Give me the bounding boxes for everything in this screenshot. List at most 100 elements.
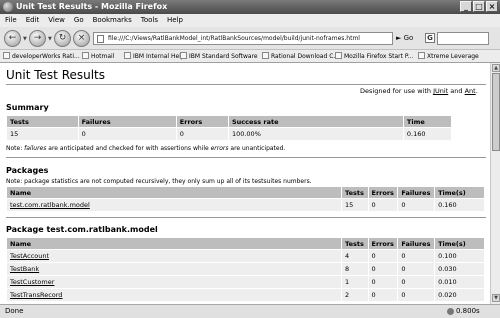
bookmark-icon bbox=[82, 52, 89, 59]
testsuite-link-testbank[interactable]: TestBank bbox=[10, 265, 39, 273]
back-dropdown-icon[interactable]: ▼ bbox=[23, 36, 27, 42]
package-detail-heading: Package test.com.ratlbank.model bbox=[6, 225, 158, 234]
summary-header-success-rate: Success rate bbox=[228, 116, 403, 127]
testsuite-failures: 0 bbox=[398, 250, 435, 262]
section-divider bbox=[6, 217, 486, 218]
bookmark-icon bbox=[262, 52, 269, 59]
summary-header-failures: Failures bbox=[78, 116, 176, 127]
testsuite-tests: 2 bbox=[342, 289, 368, 301]
menu-help[interactable]: Help bbox=[167, 14, 183, 27]
bookmark-icon bbox=[418, 52, 425, 59]
bookmark-xtreme-leverage[interactable]: Xtreme Leverage bbox=[418, 50, 479, 62]
scrollbar-thumb[interactable] bbox=[492, 73, 500, 151]
firefox-icon bbox=[3, 2, 13, 12]
close-button[interactable]: × bbox=[486, 1, 498, 12]
table-row: TestBank 8 0 0 0.030 bbox=[7, 263, 484, 275]
table-row: TestCustomer 1 0 0 0.010 bbox=[7, 276, 484, 288]
testsuite-time: 0.030 bbox=[435, 263, 484, 275]
window-title: Unit Test Results - Mozilla Firefox bbox=[16, 2, 168, 11]
package-time: 0.160 bbox=[435, 199, 484, 211]
maximize-button[interactable]: □ bbox=[473, 1, 485, 12]
testsuite-link-testaccount[interactable]: TestAccount bbox=[10, 252, 49, 260]
search-input[interactable] bbox=[437, 32, 489, 45]
detail-header-errors: Errors bbox=[368, 238, 398, 249]
packages-table: Name Tests Errors Failures Time(s) test.… bbox=[6, 186, 485, 212]
testsuite-tests: 8 bbox=[342, 263, 368, 275]
search-engine-icon[interactable]: G bbox=[425, 33, 435, 43]
page-icon bbox=[97, 35, 104, 43]
testsuite-failures: 0 bbox=[398, 276, 435, 288]
page-title: Unit Test Results bbox=[6, 68, 106, 82]
load-timer: 0.800s bbox=[456, 307, 480, 315]
stop-icon[interactable]: × bbox=[73, 30, 90, 47]
menu-bookmarks[interactable]: Bookmarks bbox=[93, 14, 132, 27]
menu-go[interactable]: Go bbox=[74, 14, 84, 27]
scroll-up-icon[interactable]: ▲ bbox=[492, 64, 500, 72]
package-tests: 15 bbox=[342, 199, 368, 211]
designed-for-text: Designed for use with JUnit and Ant. bbox=[360, 87, 478, 95]
testsuite-failures: 0 bbox=[398, 289, 435, 301]
bookmark-hotmail[interactable]: Hotmail bbox=[82, 50, 114, 62]
testsuite-time: 0.010 bbox=[435, 276, 484, 288]
packages-header-tests: Tests bbox=[342, 187, 368, 198]
status-text: Done bbox=[5, 307, 24, 315]
testsuite-failures: 0 bbox=[398, 263, 435, 275]
packages-heading: Packages bbox=[6, 166, 49, 175]
reload-icon[interactable]: ↻ bbox=[54, 30, 71, 47]
address-bar[interactable]: file:///C:/Views/RatlBankModel_int/RatlB… bbox=[93, 32, 393, 45]
packages-header-errors: Errors bbox=[368, 187, 398, 198]
menu-edit[interactable]: Edit bbox=[26, 14, 40, 27]
junit-link[interactable]: JUnit bbox=[433, 87, 448, 95]
detail-header-time: Time(s) bbox=[435, 238, 484, 249]
bookmark-icon bbox=[3, 52, 10, 59]
package-detail-table: Name Tests Errors Failures Time(s) TestA… bbox=[6, 237, 485, 302]
table-row: TestTransRecord 2 0 0 0.020 bbox=[7, 289, 484, 301]
summary-success-rate-value: 100.00% bbox=[228, 128, 403, 140]
testsuite-link-testcustomer[interactable]: TestCustomer bbox=[10, 278, 54, 286]
table-row: test.com.ratlbank.model 15 0 0 0.160 bbox=[7, 199, 484, 211]
summary-header-tests: Tests bbox=[7, 116, 78, 127]
go-button[interactable]: ► Go bbox=[396, 31, 413, 46]
testsuite-time: 0.020 bbox=[435, 289, 484, 301]
ant-link[interactable]: Ant bbox=[465, 87, 476, 95]
vertical-scrollbar[interactable]: ▲ ▼ bbox=[490, 63, 500, 304]
summary-errors-value: 0 bbox=[176, 128, 228, 140]
summary-heading: Summary bbox=[6, 103, 49, 112]
summary-time-value: 0.160 bbox=[403, 128, 451, 140]
table-row: TestAccount 4 0 0 0.100 bbox=[7, 250, 484, 262]
menu-tools[interactable]: Tools bbox=[141, 14, 158, 27]
forward-dropdown-icon[interactable]: ▼ bbox=[48, 36, 52, 42]
package-link[interactable]: test.com.ratlbank.model bbox=[10, 201, 90, 209]
summary-tests-value: 15 bbox=[7, 128, 78, 140]
testsuite-time: 0.100 bbox=[435, 250, 484, 262]
address-url: file:///C:/Views/RatlBankModel_int/RatlB… bbox=[108, 35, 360, 42]
forward-icon[interactable]: → bbox=[29, 30, 46, 47]
menu-view[interactable]: View bbox=[48, 14, 65, 27]
minimize-button[interactable]: _ bbox=[460, 1, 472, 12]
timer-icon bbox=[447, 308, 454, 315]
back-icon[interactable]: ← bbox=[4, 30, 21, 47]
detail-header-failures: Failures bbox=[398, 238, 435, 249]
bookmark-mozilla-start[interactable]: Mozilla Firefox Start P... bbox=[335, 50, 413, 62]
menu-file[interactable]: File bbox=[5, 14, 17, 27]
testsuite-tests: 1 bbox=[342, 276, 368, 288]
testsuite-errors: 0 bbox=[368, 250, 398, 262]
scroll-down-icon[interactable]: ▼ bbox=[492, 294, 500, 302]
summary-row: 15 0 0 100.00% 0.160 bbox=[7, 128, 451, 140]
summary-table: Tests Failures Errors Success rate Time … bbox=[6, 115, 452, 141]
bookmark-ibm-internal-help[interactable]: IBM Internal Help bbox=[124, 50, 185, 62]
package-errors: 0 bbox=[368, 199, 398, 211]
detail-header-tests: Tests bbox=[342, 238, 368, 249]
go-label: Go bbox=[403, 34, 414, 42]
section-divider bbox=[6, 157, 486, 158]
packages-header-name: Name bbox=[7, 187, 342, 198]
bookmark-developerworks[interactable]: developerWorks Rati... bbox=[3, 50, 80, 62]
packages-header-failures: Failures bbox=[398, 187, 435, 198]
bookmark-ibm-standard-software[interactable]: IBM Standard Software bbox=[180, 50, 258, 62]
title-divider bbox=[6, 84, 486, 85]
bookmark-rational-download[interactable]: Rational Download C... bbox=[262, 50, 339, 62]
package-failures: 0 bbox=[398, 199, 435, 211]
status-bar: Done 0.800s bbox=[0, 304, 500, 318]
testsuite-link-testtransrecord[interactable]: TestTransRecord bbox=[10, 291, 62, 299]
bookmark-icon bbox=[335, 52, 342, 59]
